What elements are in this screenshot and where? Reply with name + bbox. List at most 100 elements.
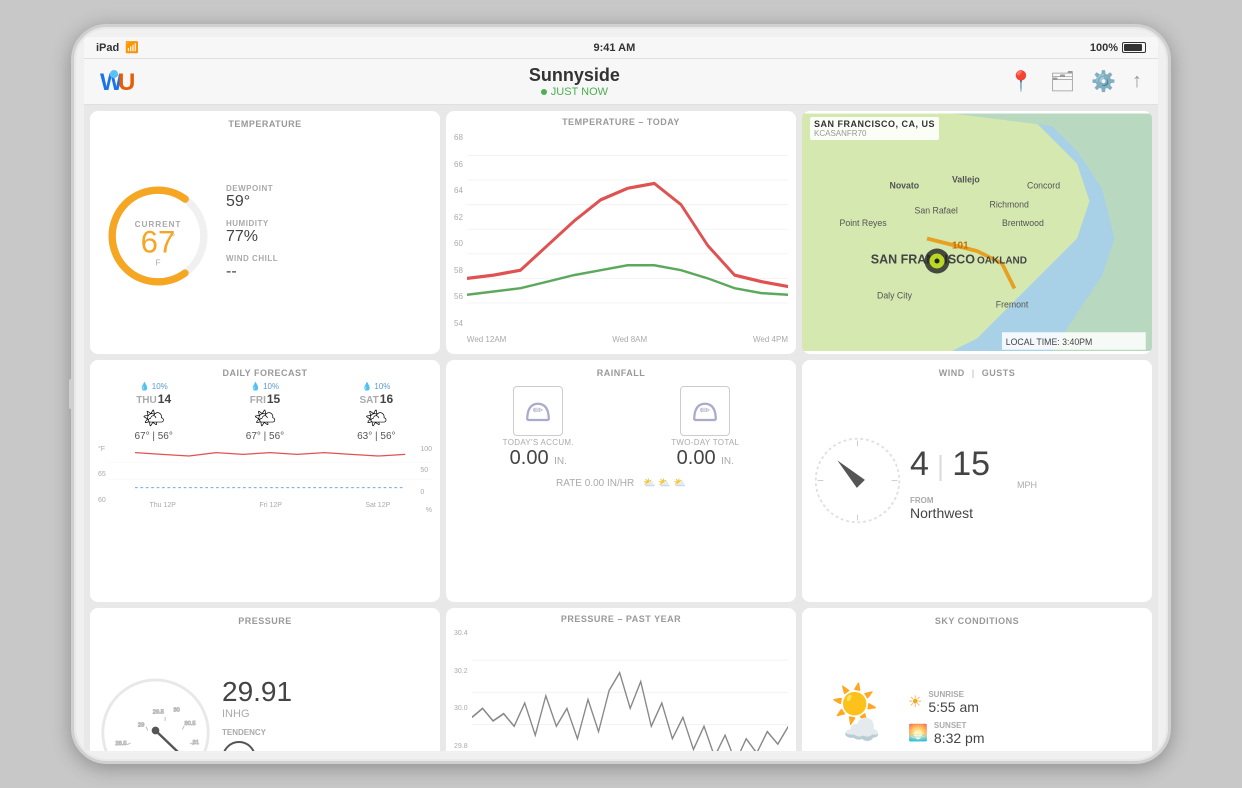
map-card: SAN FRANCISCO, CA, US KCASANFR70 Novato … <box>802 111 1152 354</box>
svg-text:30.5: 30.5 <box>184 721 195 727</box>
sky-times: ☀ SUNRISE 5:55 am 🌅 SUNSET 8:32 pm <box>900 690 1144 751</box>
app-header: W U Sunnyside JUST NOW 📍 🗂 ⚙️ ↑ <box>84 59 1158 105</box>
svg-text:OAKLAND: OAKLAND <box>977 256 1027 267</box>
header-center: Sunnyside JUST NOW <box>529 65 620 98</box>
ipad-frame: iPad 📶 9:41 AM 100% W U <box>71 24 1171 764</box>
status-time: 9:41 AM <box>594 42 636 54</box>
status-bar: iPad 📶 9:41 AM 100% <box>84 37 1158 59</box>
header-icons[interactable]: 📍 🗂 ⚙️ ↑ <box>1009 69 1142 94</box>
side-button <box>69 379 74 409</box>
svg-text:Daly City: Daly City <box>877 291 913 301</box>
twoday-label: TWO-DAY TOTAL <box>671 438 739 447</box>
rain-today-icon-box: ✏ <box>513 386 563 436</box>
x-4pm: Wed 4PM <box>753 335 788 344</box>
sunrise-value: 5:55 am <box>928 699 979 715</box>
map-station-id: KCASANFR70 <box>814 129 935 138</box>
settings-icon[interactable]: ⚙️ <box>1091 69 1116 94</box>
pc-y2: 30.2 <box>454 668 468 675</box>
temp-chart-svg <box>467 131 788 328</box>
y-56: 56 <box>454 292 463 301</box>
wu-logo-svg: W U <box>100 68 140 96</box>
thu-precip: 💧 10% <box>98 382 209 391</box>
wind-compass-svg <box>810 433 905 528</box>
header-status: JUST NOW <box>529 86 620 98</box>
wind-separator: | <box>937 450 944 482</box>
rain-rate: RATE 0.00 IN/HR ⛅ ⛅ ⛅ <box>454 478 788 489</box>
pressure-chart-card: PRESSURE – PAST YEAR 30.4 30.2 30.0 29.8… <box>446 608 796 751</box>
svg-text:LOCAL TIME: 3:40PM: LOCAL TIME: 3:40PM <box>1006 337 1093 347</box>
today-accum-value: 0.00 IN. <box>503 447 574 470</box>
y-58: 58 <box>454 266 463 275</box>
tendency-wrap: TENDENCY ↘ -0.01 INHG/HR <box>222 728 432 751</box>
rainfall-today: ✏ TODAY'S ACCUM. 0.00 IN. <box>503 386 574 470</box>
pressure-title: PRESSURE <box>98 616 432 626</box>
pressure-gauge-svg: 28 28.5 29 29.5 30 30.5 31 <box>98 673 213 751</box>
device-model: iPad <box>96 42 119 54</box>
rate-unit: IN/HR <box>607 478 634 489</box>
pressure-chart-title: PRESSURE – PAST YEAR <box>454 614 788 624</box>
sunset-icon: 🌅 <box>908 723 928 743</box>
rainfall-twoday: ✏ TWO-DAY TOTAL 0.00 IN. <box>671 386 739 470</box>
pressure-card: PRESSURE <box>90 608 440 751</box>
thu-icon: 🌤 <box>98 408 209 429</box>
fc-x3: Sat 12P <box>365 502 390 509</box>
sky-icon-area: ☀️ ☁️ Scattered Clouds <box>810 683 900 751</box>
sky-cloud-icon: ☁️ <box>834 713 890 748</box>
rain-icon-today: ✏ <box>520 393 556 429</box>
location-icon[interactable]: 📍 <box>1009 69 1034 94</box>
forecast-title: DAILY FORECAST <box>98 368 432 378</box>
svg-text:SAN FRANCISCO: SAN FRANCISCO <box>871 253 975 267</box>
rainfall-title: RAINFALL <box>454 368 788 378</box>
pc-y1: 30.4 <box>454 630 468 637</box>
sunrise-icon: ☀ <box>908 692 922 712</box>
battery-icon <box>1122 42 1146 53</box>
y-60: 60 <box>454 239 463 248</box>
svg-text:San Rafael: San Rafael <box>915 206 958 216</box>
wind-direction: Northwest <box>910 505 1144 521</box>
svg-text:29.5: 29.5 <box>153 710 164 716</box>
wind-title: WIND | GUSTS <box>810 368 1144 378</box>
wind-unit: MPH <box>910 480 1144 490</box>
sunrise-item: ☀ SUNRISE 5:55 am <box>908 690 1144 715</box>
y-54: 54 <box>454 319 463 328</box>
sky-card: SKY CONDITIONS ☀️ ☁️ Scattered Clouds ☀ <box>802 608 1152 751</box>
fri-num: 15 <box>267 392 280 406</box>
svg-text:✏: ✏ <box>533 403 544 417</box>
rate-label: RATE <box>556 478 582 489</box>
fc-y1: °F <box>98 446 106 453</box>
share-icon[interactable]: ↑ <box>1132 70 1142 93</box>
forecast-chart-wrap: °F 65 60 Thu 12P Fri 12P <box>98 446 432 516</box>
sunset-value: 8:32 pm <box>934 730 985 746</box>
layers-icon[interactable]: 🗂 <box>1050 69 1075 94</box>
rain-icon-twoday: ✏ <box>687 393 723 429</box>
svg-text:67: 67 <box>141 225 176 260</box>
svg-text:Point Reyes: Point Reyes <box>840 218 888 228</box>
temperature-card: TEMPERATURE CURRENT 67 ° F <box>90 111 440 354</box>
svg-text:Richmond: Richmond <box>990 199 1030 209</box>
thu-temps: 67° | 56° <box>98 431 209 442</box>
wind-compass-wrap <box>810 433 910 533</box>
temp-chart-title: TEMPERATURE – TODAY <box>454 117 788 127</box>
wind-speed: 4 <box>910 445 929 484</box>
y-62: 62 <box>454 213 463 222</box>
humidity-label: HUMIDITY <box>226 219 432 228</box>
svg-text:Brentwood: Brentwood <box>1002 218 1044 228</box>
dewpoint-value: 59° <box>226 193 432 211</box>
pressure-gauge-wrap: 28 28.5 29 29.5 30 30.5 31 <box>98 673 218 751</box>
status-dot <box>541 89 547 95</box>
pressure-chart-area: Aug 18 Oct 17 Dec 16 Feb 14 Apr 15 Jun 1… <box>472 628 788 751</box>
svg-text:101: 101 <box>952 241 969 252</box>
wind-speeds: 4 | 15 MPH FROM Northwest <box>910 445 1144 521</box>
location-name: Sunnyside <box>529 65 620 86</box>
pressure-chart-svg <box>472 628 788 751</box>
y-68: 68 <box>454 133 463 142</box>
temp-chart-area: Wed 12AM Wed 8AM Wed 4PM <box>467 131 788 342</box>
sat-icon: 🌤 <box>321 408 432 429</box>
svg-text:Fremont: Fremont <box>996 299 1029 309</box>
fc-y3: 60 <box>98 497 106 504</box>
svg-text:U: U <box>118 69 135 96</box>
forecast-card: DAILY FORECAST 💧 10% THU 14 🌤 67° | 56° <box>90 360 440 603</box>
humidity-reading: HUMIDITY 77% <box>226 219 432 246</box>
ipad-screen: iPad 📶 9:41 AM 100% W U <box>84 37 1158 751</box>
svg-text:29: 29 <box>138 723 144 729</box>
